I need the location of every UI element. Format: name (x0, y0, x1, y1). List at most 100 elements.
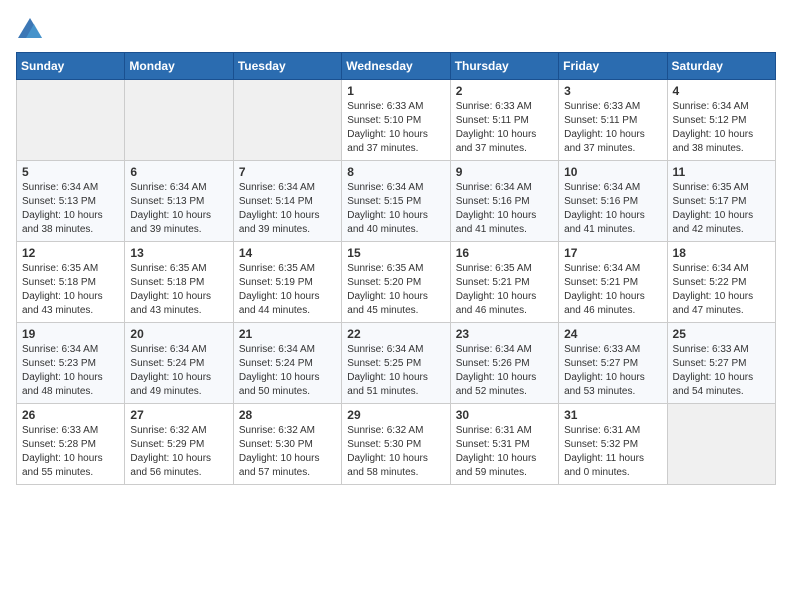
calendar-cell: 27 Sunrise: 6:32 AM Sunset: 5:29 PM Dayli… (125, 404, 233, 485)
day-info: Sunrise: 6:34 AM Sunset: 5:22 PM Dayligh… (673, 262, 770, 318)
calendar-cell: 20 Sunrise: 6:34 AM Sunset: 5:24 PM Dayli… (125, 323, 233, 404)
calendar-cell: 31Sunrise: 6:31 AM Sunset: 5:32 PM Dayli… (559, 404, 667, 485)
calendar-cell: 7Sunrise: 6:34 AM Sunset: 5:14 PM Daylig… (233, 161, 341, 242)
calendar-cell (233, 80, 341, 161)
day-number: 19 (22, 327, 119, 341)
calendar-cell: 4 Sunrise: 6:34 AM Sunset: 5:12 PM Daylig… (667, 80, 775, 161)
day-info: Sunrise: 6:33 AM Sunset: 5:28 PM Dayligh… (22, 424, 119, 480)
day-info: Sunrise: 6:35 AM Sunset: 5:18 PM Dayligh… (22, 262, 119, 318)
day-number: 21 (239, 327, 336, 341)
day-number: 2 (456, 84, 553, 98)
day-info: Sunrise: 6:34 AM Sunset: 5:16 PM Dayligh… (564, 181, 661, 237)
day-header-monday: Monday (125, 53, 233, 80)
day-number: 1 (347, 84, 444, 98)
week-row-2: 5 Sunrise: 6:34 AM Sunset: 5:13 PM Daylig… (17, 161, 776, 242)
day-number: 22 (347, 327, 444, 341)
day-number: 27 (130, 408, 227, 422)
day-info: Sunrise: 6:34 AM Sunset: 5:13 PM Dayligh… (22, 181, 119, 237)
calendar-cell: 28Sunrise: 6:32 AM Sunset: 5:30 PM Dayli… (233, 404, 341, 485)
calendar-cell: 14 Sunrise: 6:35 AM Sunset: 5:19 PM Dayli… (233, 242, 341, 323)
day-number: 12 (22, 246, 119, 260)
day-number: 25 (673, 327, 770, 341)
day-info: Sunrise: 6:35 AM Sunset: 5:17 PM Dayligh… (673, 181, 770, 237)
calendar-cell: 8Sunrise: 6:34 AM Sunset: 5:15 PM Daylig… (342, 161, 450, 242)
calendar-cell: 3 Sunrise: 6:33 AM Sunset: 5:11 PM Daylig… (559, 80, 667, 161)
calendar-cell: 17 Sunrise: 6:34 AM Sunset: 5:21 PM Dayli… (559, 242, 667, 323)
day-info: Sunrise: 6:35 AM Sunset: 5:20 PM Dayligh… (347, 262, 444, 318)
calendar-header: SundayMondayTuesdayWednesdayThursdayFrid… (17, 53, 776, 80)
day-info: Sunrise: 6:35 AM Sunset: 5:21 PM Dayligh… (456, 262, 553, 318)
day-number: 28 (239, 408, 336, 422)
week-row-4: 19 Sunrise: 6:34 AM Sunset: 5:23 PM Dayli… (17, 323, 776, 404)
day-info: Sunrise: 6:34 AM Sunset: 5:25 PM Dayligh… (347, 343, 444, 399)
calendar-cell: 11 Sunrise: 6:35 AM Sunset: 5:17 PM Dayli… (667, 161, 775, 242)
page-header (16, 16, 776, 44)
calendar-cell: 25 Sunrise: 6:33 AM Sunset: 5:27 PM Dayli… (667, 323, 775, 404)
day-number: 9 (456, 165, 553, 179)
calendar-cell: 30Sunrise: 6:31 AM Sunset: 5:31 PM Dayli… (450, 404, 558, 485)
calendar-cell: 9 Sunrise: 6:34 AM Sunset: 5:16 PM Daylig… (450, 161, 558, 242)
calendar-cell: 22 Sunrise: 6:34 AM Sunset: 5:25 PM Dayli… (342, 323, 450, 404)
day-info: Sunrise: 6:34 AM Sunset: 5:21 PM Dayligh… (564, 262, 661, 318)
day-info: Sunrise: 6:34 AM Sunset: 5:26 PM Dayligh… (456, 343, 553, 399)
day-info: Sunrise: 6:35 AM Sunset: 5:19 PM Dayligh… (239, 262, 336, 318)
calendar-cell: 12 Sunrise: 6:35 AM Sunset: 5:18 PM Dayli… (17, 242, 125, 323)
day-number: 31 (564, 408, 661, 422)
calendar-cell: 18Sunrise: 6:34 AM Sunset: 5:22 PM Dayli… (667, 242, 775, 323)
day-number: 23 (456, 327, 553, 341)
calendar-cell: 10 Sunrise: 6:34 AM Sunset: 5:16 PM Dayli… (559, 161, 667, 242)
calendar-cell: 29 Sunrise: 6:32 AM Sunset: 5:30 PM Dayli… (342, 404, 450, 485)
day-info: Sunrise: 6:34 AM Sunset: 5:13 PM Dayligh… (130, 181, 227, 237)
calendar-cell: 5 Sunrise: 6:34 AM Sunset: 5:13 PM Daylig… (17, 161, 125, 242)
day-number: 5 (22, 165, 119, 179)
day-header-friday: Friday (559, 53, 667, 80)
day-number: 16 (456, 246, 553, 260)
day-info: Sunrise: 6:33 AM Sunset: 5:11 PM Dayligh… (564, 100, 661, 156)
day-info: Sunrise: 6:33 AM Sunset: 5:27 PM Dayligh… (673, 343, 770, 399)
calendar-cell: 19 Sunrise: 6:34 AM Sunset: 5:23 PM Dayli… (17, 323, 125, 404)
day-number: 29 (347, 408, 444, 422)
day-info: Sunrise: 6:34 AM Sunset: 5:23 PM Dayligh… (22, 343, 119, 399)
day-number: 15 (347, 246, 444, 260)
day-number: 11 (673, 165, 770, 179)
day-number: 17 (564, 246, 661, 260)
calendar-cell (667, 404, 775, 485)
day-info: Sunrise: 6:34 AM Sunset: 5:16 PM Dayligh… (456, 181, 553, 237)
day-info: Sunrise: 6:34 AM Sunset: 5:24 PM Dayligh… (130, 343, 227, 399)
day-info: Sunrise: 6:34 AM Sunset: 5:14 PM Dayligh… (239, 181, 336, 237)
calendar-cell: 21 Sunrise: 6:34 AM Sunset: 5:24 PM Dayli… (233, 323, 341, 404)
day-info: Sunrise: 6:35 AM Sunset: 5:18 PM Dayligh… (130, 262, 227, 318)
day-info: Sunrise: 6:33 AM Sunset: 5:10 PM Dayligh… (347, 100, 444, 156)
calendar-body: 1 Sunrise: 6:33 AM Sunset: 5:10 PM Daylig… (17, 80, 776, 485)
day-info: Sunrise: 6:34 AM Sunset: 5:24 PM Dayligh… (239, 343, 336, 399)
week-row-5: 26 Sunrise: 6:33 AM Sunset: 5:28 PM Dayli… (17, 404, 776, 485)
day-number: 26 (22, 408, 119, 422)
day-info: Sunrise: 6:33 AM Sunset: 5:11 PM Dayligh… (456, 100, 553, 156)
calendar-cell: 24Sunrise: 6:33 AM Sunset: 5:27 PM Dayli… (559, 323, 667, 404)
week-row-3: 12 Sunrise: 6:35 AM Sunset: 5:18 PM Dayli… (17, 242, 776, 323)
day-info: Sunrise: 6:34 AM Sunset: 5:12 PM Dayligh… (673, 100, 770, 156)
logo (16, 16, 48, 44)
day-number: 8 (347, 165, 444, 179)
logo-icon (16, 16, 44, 44)
day-info: Sunrise: 6:32 AM Sunset: 5:30 PM Dayligh… (347, 424, 444, 480)
week-row-1: 1 Sunrise: 6:33 AM Sunset: 5:10 PM Daylig… (17, 80, 776, 161)
calendar-cell: 13 Sunrise: 6:35 AM Sunset: 5:18 PM Dayli… (125, 242, 233, 323)
day-number: 20 (130, 327, 227, 341)
calendar-cell: 2 Sunrise: 6:33 AM Sunset: 5:11 PM Daylig… (450, 80, 558, 161)
day-header-wednesday: Wednesday (342, 53, 450, 80)
day-number: 14 (239, 246, 336, 260)
day-number: 10 (564, 165, 661, 179)
calendar-cell: 15 Sunrise: 6:35 AM Sunset: 5:20 PM Dayli… (342, 242, 450, 323)
day-info: Sunrise: 6:33 AM Sunset: 5:27 PM Dayligh… (564, 343, 661, 399)
day-info: Sunrise: 6:32 AM Sunset: 5:29 PM Dayligh… (130, 424, 227, 480)
calendar-cell: 1 Sunrise: 6:33 AM Sunset: 5:10 PM Daylig… (342, 80, 450, 161)
calendar-cell: 26 Sunrise: 6:33 AM Sunset: 5:28 PM Dayli… (17, 404, 125, 485)
calendar-cell: 6Sunrise: 6:34 AM Sunset: 5:13 PM Daylig… (125, 161, 233, 242)
day-number: 4 (673, 84, 770, 98)
calendar-cell (17, 80, 125, 161)
day-number: 13 (130, 246, 227, 260)
header-row: SundayMondayTuesdayWednesdayThursdayFrid… (17, 53, 776, 80)
day-header-thursday: Thursday (450, 53, 558, 80)
day-number: 3 (564, 84, 661, 98)
